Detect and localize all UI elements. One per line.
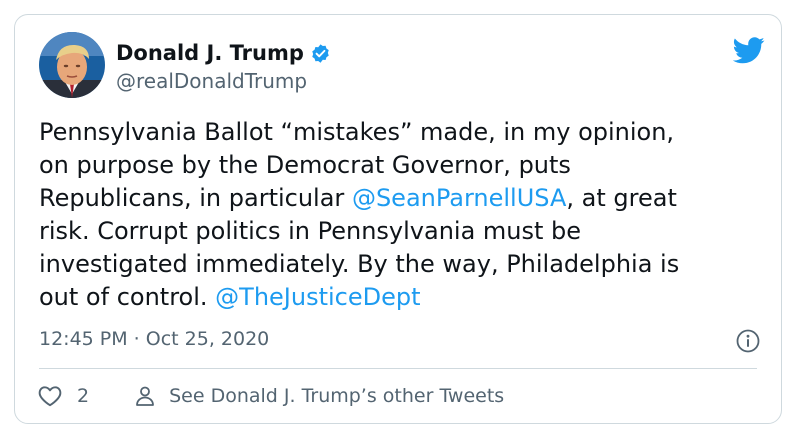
like-count[interactable]: 2 bbox=[77, 385, 89, 407]
tweet-timestamp[interactable]: 12:45 PM · Oct 25, 2020 bbox=[39, 328, 269, 350]
tweet-text-span: out of control. bbox=[39, 283, 216, 311]
tweet-line: investigated immediately. By the way, Ph… bbox=[39, 248, 769, 281]
author-name[interactable]: Donald J. Trump bbox=[116, 41, 304, 65]
tweet-text-span: risk. Corrupt politics in Pennsylvania m… bbox=[39, 217, 582, 245]
tweet-text-span: , at great bbox=[566, 184, 677, 212]
tweet-text-span: Republicans, in particular bbox=[39, 184, 352, 212]
tweet-line: out of control. @TheJusticeDept bbox=[39, 281, 769, 314]
mention-link-seanparnellusa[interactable]: @SeanParnellUSA bbox=[352, 184, 566, 212]
tweet-text-span: on purpose by the Democrat Governor, put… bbox=[39, 151, 571, 179]
verified-badge-icon bbox=[310, 43, 331, 64]
mention-link-thejusticedept[interactable]: @TheJusticeDept bbox=[215, 283, 420, 311]
tweet-text-span: investigated immediately. By the way, Ph… bbox=[39, 250, 680, 278]
see-other-tweets-link[interactable]: See Donald J. Trump’s other Tweets bbox=[169, 385, 504, 407]
tweet-card[interactable]: Donald J. Trump @realDonaldTrump Pennsyl… bbox=[14, 14, 782, 424]
info-icon[interactable] bbox=[735, 328, 761, 354]
avatar[interactable] bbox=[39, 32, 105, 98]
tweet-text-span: Pennsylvania Ballot “mistakes” made, in … bbox=[39, 118, 675, 146]
twitter-bird-icon[interactable] bbox=[732, 37, 765, 64]
tweet-line: on purpose by the Democrat Governor, put… bbox=[39, 149, 769, 182]
divider bbox=[39, 368, 757, 369]
tweet-line: Pennsylvania Ballot “mistakes” made, in … bbox=[39, 116, 769, 149]
author-handle[interactable]: @realDonaldTrump bbox=[116, 69, 307, 93]
heart-icon[interactable] bbox=[37, 383, 63, 409]
tweet-line: risk. Corrupt politics in Pennsylvania m… bbox=[39, 215, 769, 248]
tweet-line: Republicans, in particular @SeanParnellU… bbox=[39, 182, 769, 215]
tweet-footer: 2 See Donald J. Trump’s other Tweets bbox=[37, 381, 504, 411]
tweet-text: Pennsylvania Ballot “mistakes” made, in … bbox=[39, 116, 769, 314]
person-icon[interactable] bbox=[133, 384, 157, 408]
